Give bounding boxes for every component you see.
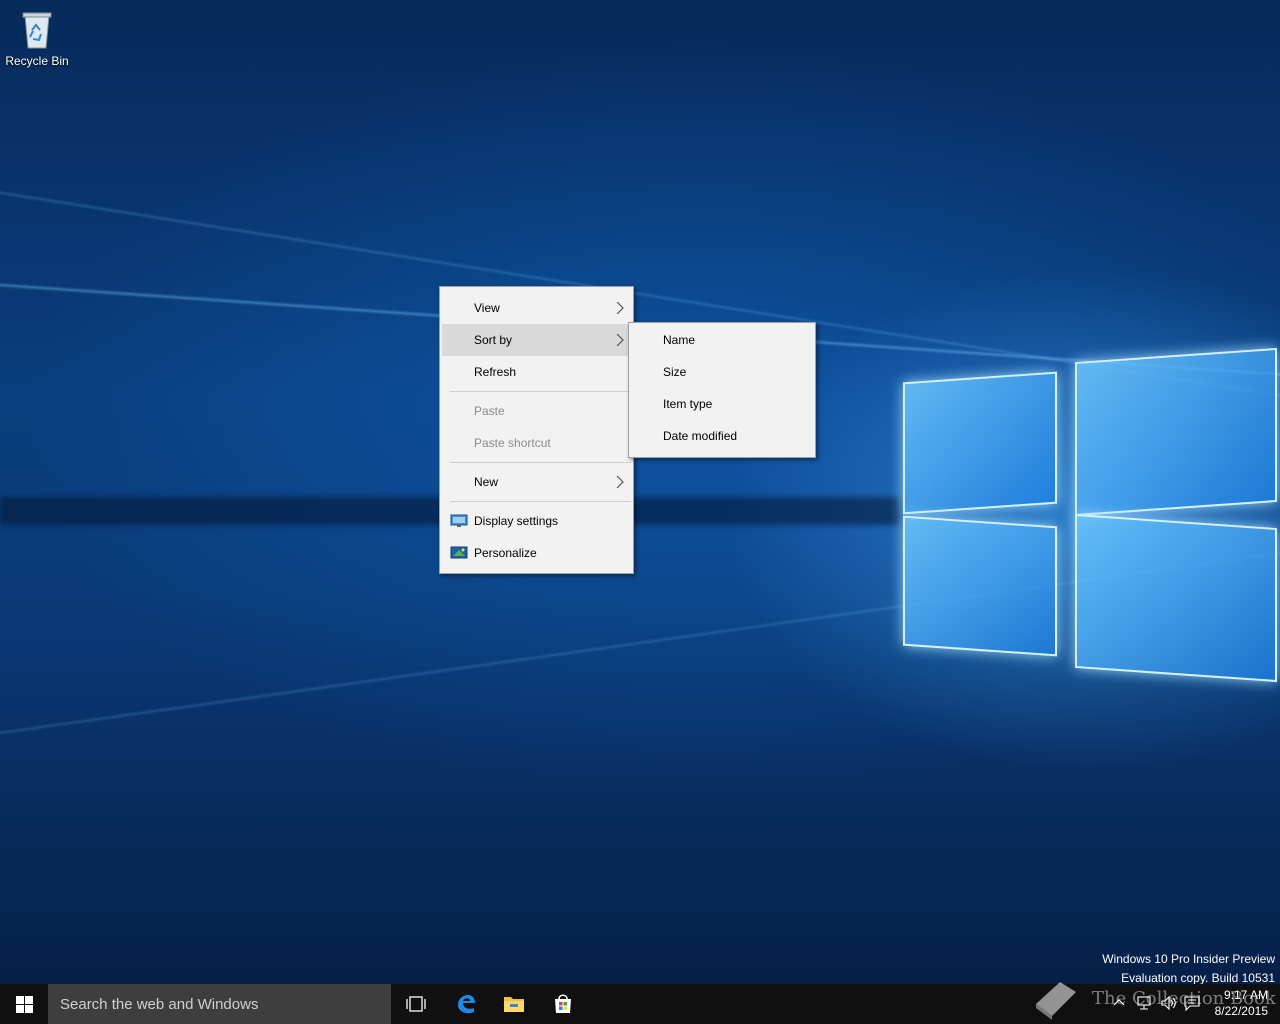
menu-item-personalize[interactable]: Personalize	[442, 537, 631, 569]
store-button[interactable]	[539, 984, 587, 1024]
recycle-bin-icon	[19, 10, 55, 50]
menu-item-sort-by[interactable]: Sort by	[442, 324, 631, 356]
submenu-item-size[interactable]: Size	[631, 356, 813, 388]
menu-item-display-settings[interactable]: Display settings	[442, 505, 631, 537]
watermark-line: Windows 10 Pro Insider Preview	[1102, 952, 1275, 966]
menu-item-label: New	[474, 475, 499, 489]
submenu-item-date-modified[interactable]: Date modified	[631, 420, 813, 452]
store-icon	[555, 994, 571, 1013]
edge-button[interactable]	[442, 984, 490, 1024]
menu-item-label: Personalize	[474, 546, 537, 560]
menu-separator	[450, 462, 631, 463]
menu-item-new[interactable]: New	[442, 466, 631, 498]
menu-item-label: Display settings	[474, 514, 559, 528]
menu-item-label: Paste	[474, 404, 505, 418]
menu-separator	[450, 501, 631, 502]
taskbar: Search the web and Windows 9:17 AM 8/22/…	[0, 984, 1280, 1024]
windows-start-icon	[16, 996, 33, 1013]
logo-pane	[903, 371, 1057, 515]
windows-logo-wallpaper	[895, 325, 1280, 710]
book-watermark-icon	[1036, 982, 1076, 1020]
chevron-right-icon	[616, 302, 624, 314]
chevron-right-icon	[616, 476, 624, 488]
logo-pane	[903, 515, 1057, 657]
menu-item-label: Refresh	[474, 365, 517, 379]
search-placeholder: Search the web and Windows	[60, 996, 259, 1013]
menu-item-label: Sort by	[474, 333, 513, 347]
submenu-item-label: Date modified	[663, 429, 738, 443]
desktop-icon-label: Recycle Bin	[5, 54, 69, 68]
desktop-background[interactable]	[0, 0, 1280, 984]
task-view-icon	[406, 996, 426, 1012]
submenu-item-label: Name	[663, 333, 696, 347]
menu-item-refresh[interactable]: Refresh	[442, 356, 631, 388]
task-view-button[interactable]	[392, 984, 440, 1024]
file-explorer-icon	[504, 997, 524, 1012]
submenu-item-label: Size	[663, 365, 687, 379]
personalize-icon	[450, 546, 468, 559]
site-watermark-text: The Collection Book	[1092, 988, 1276, 1009]
logo-pane	[1075, 513, 1277, 683]
menu-separator	[450, 391, 631, 392]
menu-item-paste-shortcut: Paste shortcut	[442, 427, 631, 459]
submenu-item-item-type[interactable]: Item type	[631, 388, 813, 420]
menu-item-view[interactable]: View	[442, 292, 631, 324]
submenu-item-name[interactable]: Name	[631, 324, 813, 356]
submenu-item-label: Item type	[663, 397, 713, 411]
display-settings-icon	[450, 514, 468, 527]
taskbar-search-box[interactable]: Search the web and Windows	[48, 984, 391, 1024]
edge-icon	[458, 995, 475, 1014]
start-button[interactable]	[0, 984, 48, 1024]
menu-item-label: View	[474, 301, 500, 315]
menu-item-paste: Paste	[442, 395, 631, 427]
logo-pane	[1075, 347, 1277, 517]
menu-item-label: Paste shortcut	[474, 436, 551, 450]
chevron-right-icon	[616, 334, 624, 346]
desktop-icon-recycle-bin[interactable]: Recycle Bin	[4, 6, 70, 68]
desktop-context-menu: View Sort by Refresh Paste Paste shortcu…	[439, 286, 634, 574]
sort-by-submenu: Name Size Item type Date modified	[628, 322, 816, 458]
evaluation-watermark: Windows 10 Pro Insider Preview Evaluatio…	[1102, 950, 1275, 988]
file-explorer-button[interactable]	[490, 984, 538, 1024]
